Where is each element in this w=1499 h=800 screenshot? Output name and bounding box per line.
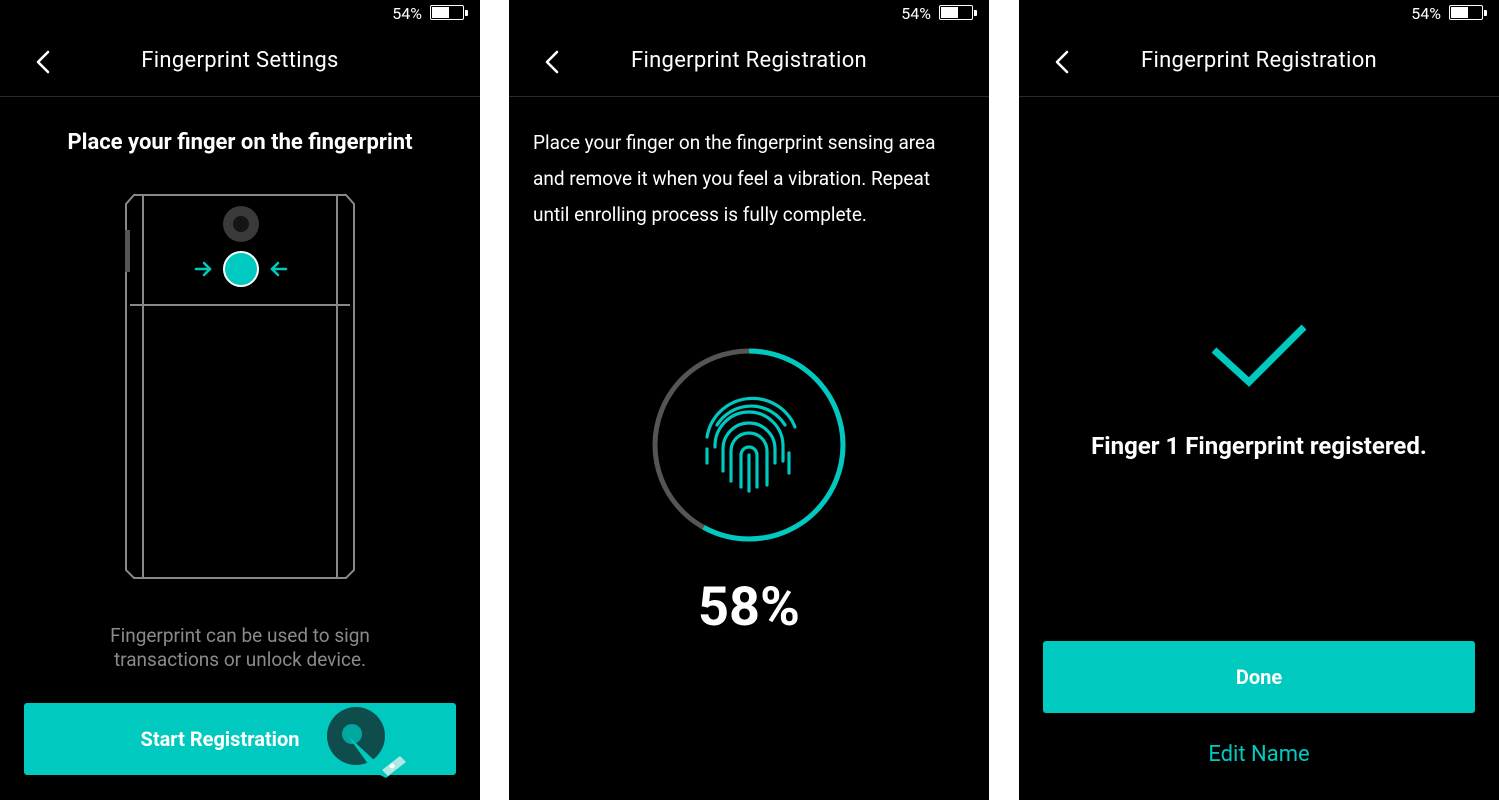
progress-percentage: 58% bbox=[698, 576, 800, 639]
progress-ring bbox=[652, 348, 846, 542]
app-bar: Fingerprint Settings bbox=[0, 28, 480, 97]
page-title: Fingerprint Settings bbox=[141, 48, 339, 73]
battery-percentage: 54% bbox=[901, 4, 931, 23]
done-label: Done bbox=[1235, 665, 1283, 689]
instruction-heading: Place your finger on the fingerprint bbox=[67, 130, 413, 155]
battery-icon bbox=[1449, 5, 1487, 20]
edit-name-link[interactable]: Edit Name bbox=[1019, 742, 1499, 767]
phone-illustration bbox=[125, 194, 355, 579]
battery-percentage: 54% bbox=[1411, 4, 1441, 23]
battery-icon bbox=[939, 5, 977, 20]
page-title: Fingerprint Registration bbox=[630, 48, 867, 73]
screen-fingerprint-registration: 54% Fingerprint Registration Place your … bbox=[509, 0, 989, 800]
status-bar: 54% bbox=[1019, 0, 1499, 28]
done-button[interactable]: Done bbox=[1043, 641, 1475, 713]
battery-icon bbox=[430, 5, 468, 20]
tap-hand-icon bbox=[327, 707, 406, 778]
checkmark-icon bbox=[1211, 324, 1307, 387]
screen-fingerprint-settings: 54% Fingerprint Settings Place your fing… bbox=[0, 0, 480, 800]
registration-instructions: Place your finger on the fingerprint sen… bbox=[533, 131, 936, 226]
app-bar: Fingerprint Registration bbox=[1019, 28, 1499, 97]
battery-percentage: 54% bbox=[392, 4, 422, 23]
start-registration-label: Start Registration bbox=[140, 727, 300, 751]
app-bar: Fingerprint Registration bbox=[509, 28, 989, 97]
page-title: Fingerprint Registration bbox=[1140, 48, 1377, 73]
fingerprint-description: Fingerprint can be used to sign transact… bbox=[110, 624, 370, 671]
fingerprint-icon bbox=[705, 396, 797, 493]
status-bar: 54% bbox=[509, 0, 989, 28]
screen-registration-complete: 54% Fingerprint Registration Finger 1 Fi… bbox=[1019, 0, 1499, 800]
registration-success-message: Finger 1 Fingerprint registered. bbox=[1091, 432, 1427, 460]
status-bar: 54% bbox=[0, 0, 480, 28]
